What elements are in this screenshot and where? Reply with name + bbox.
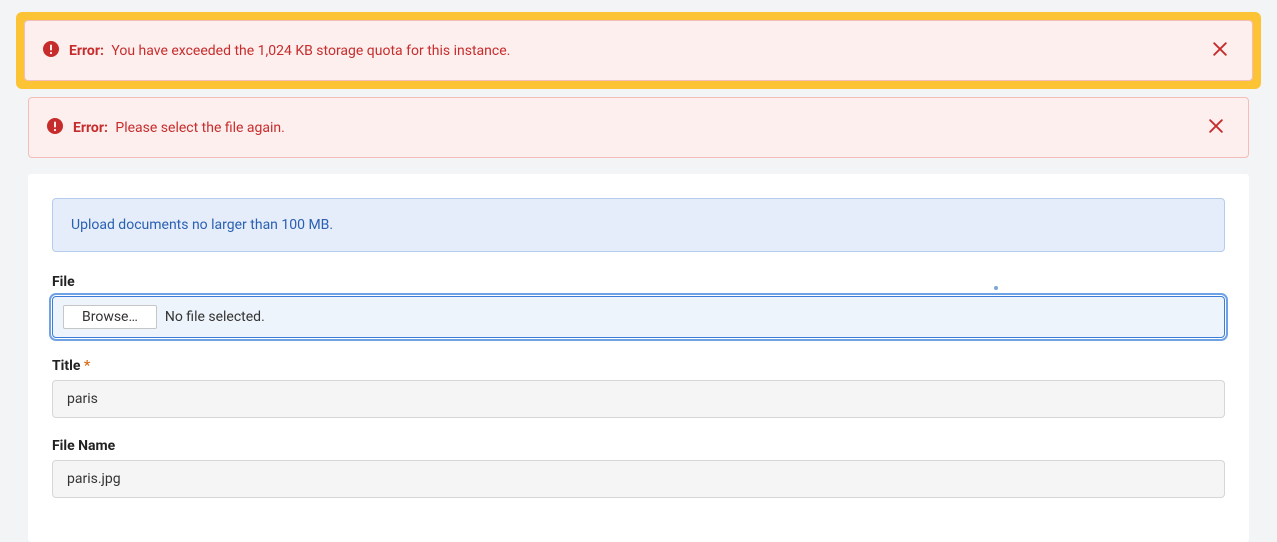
focus-marker — [994, 286, 998, 290]
alert-highlight-wrapper: Error: You have exceeded the 1,024 KB st… — [16, 12, 1261, 89]
alert-label: Error: — [73, 120, 108, 136]
close-icon — [1206, 116, 1226, 139]
file-label: File — [52, 274, 1225, 290]
title-input[interactable] — [52, 380, 1225, 418]
file-select-error-alert: Error: Please select the file again. — [28, 97, 1249, 158]
title-field-group: Title * — [52, 358, 1225, 418]
title-label-text: Title — [52, 358, 80, 374]
close-alert-button[interactable] — [1206, 35, 1234, 66]
filename-label: File Name — [52, 438, 1225, 454]
close-alert-button[interactable] — [1202, 112, 1230, 143]
error-icon — [43, 41, 59, 61]
alert-message: Please select the file again. — [115, 120, 284, 136]
file-status-text: No file selected. — [165, 309, 265, 325]
alert-content: Error: Please select the file again. — [47, 118, 285, 138]
title-label: Title * — [52, 358, 1225, 374]
close-icon — [1210, 39, 1230, 62]
upload-info-banner: Upload documents no larger than 100 MB. — [52, 198, 1225, 252]
filename-field-group: File Name — [52, 438, 1225, 498]
file-field-group: File Browse… No file selected. — [52, 274, 1225, 338]
upload-form-card: Upload documents no larger than 100 MB. … — [28, 174, 1249, 542]
error-icon — [47, 118, 63, 138]
alert-label: Error: — [69, 43, 104, 59]
filename-input[interactable] — [52, 460, 1225, 498]
required-indicator: * — [84, 358, 90, 374]
storage-quota-error-alert: Error: You have exceeded the 1,024 KB st… — [24, 20, 1253, 81]
alert-content: Error: You have exceeded the 1,024 KB st… — [43, 41, 510, 61]
browse-button[interactable]: Browse… — [63, 305, 157, 329]
file-input[interactable]: Browse… No file selected. — [52, 296, 1225, 338]
alert-message: You have exceeded the 1,024 KB storage q… — [111, 43, 510, 59]
